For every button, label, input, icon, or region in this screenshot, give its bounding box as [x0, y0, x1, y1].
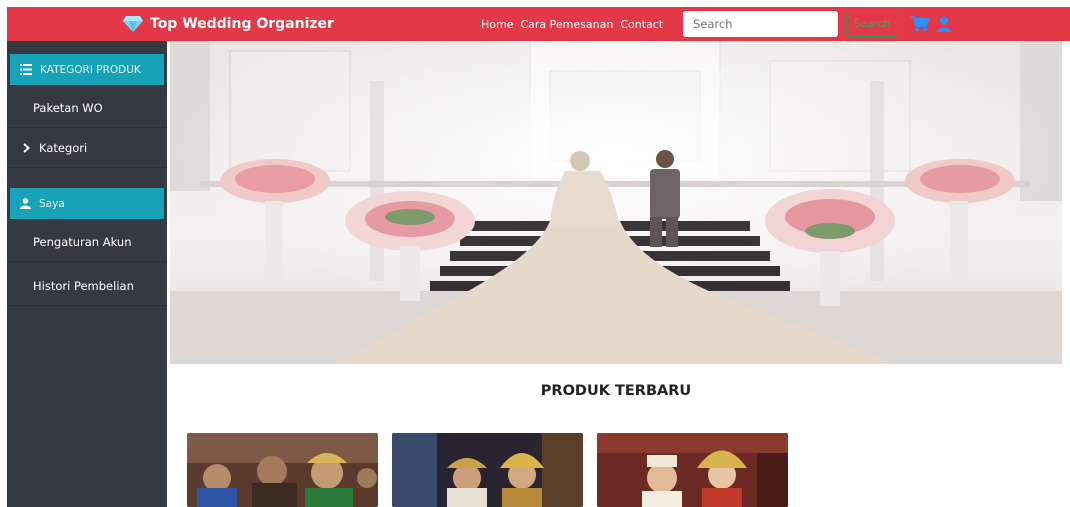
kategori-produk-header: KATEGORI PRODUK: [10, 54, 164, 85]
sidebar-item-pengaturan-akun[interactable]: Pengaturan Akun: [7, 222, 167, 262]
sidebar-item-label: Kategori: [39, 140, 88, 155]
brand-title: Top Wedding Organizer: [150, 16, 334, 32]
brand[interactable]: Top Wedding Organizer: [122, 7, 334, 41]
kategori-produk-label: KATEGORI PRODUK: [40, 63, 141, 76]
nav-links: Home Cara Pemesanan Contact: [481, 7, 663, 41]
product-card[interactable]: [392, 433, 583, 507]
cart-icon[interactable]: [911, 16, 929, 32]
user-icon: [20, 198, 31, 209]
sidebar-item-label: Histori Pembelian: [33, 278, 134, 293]
sidebar-item-label: Pengaturan Akun: [33, 234, 132, 249]
saya-header[interactable]: Saya: [10, 188, 164, 219]
nav-link-contact[interactable]: Contact: [620, 18, 663, 31]
diamond-icon: [123, 16, 143, 32]
navbar: Top Wedding Organizer Home Cara Pemesana…: [7, 7, 1070, 41]
sidebar-item-kategori[interactable]: Kategori: [7, 128, 167, 168]
list-icon: [20, 64, 32, 75]
hero-image: [170, 41, 1062, 364]
user-icon[interactable]: [937, 16, 951, 32]
product-card[interactable]: [187, 433, 378, 507]
sidebar: KATEGORI PRODUK Paketan WO Kategori Saya…: [7, 41, 167, 507]
search-input[interactable]: [683, 11, 838, 37]
section-title: PRODUK TERBARU: [540, 383, 692, 399]
sidebar-item-paketan-wo[interactable]: Paketan WO: [7, 88, 167, 128]
nav-link-home[interactable]: Home: [481, 18, 513, 31]
chevron-right-icon: [23, 142, 30, 153]
product-card[interactable]: [597, 433, 788, 507]
saya-label: Saya: [39, 197, 65, 210]
nav-link-cara-pemesanan[interactable]: Cara Pemesanan: [520, 18, 613, 31]
search-button[interactable]: Search: [846, 11, 898, 37]
sidebar-item-histori-pembelian[interactable]: Histori Pembelian: [7, 266, 167, 306]
sidebar-item-label: Paketan WO: [33, 100, 103, 115]
